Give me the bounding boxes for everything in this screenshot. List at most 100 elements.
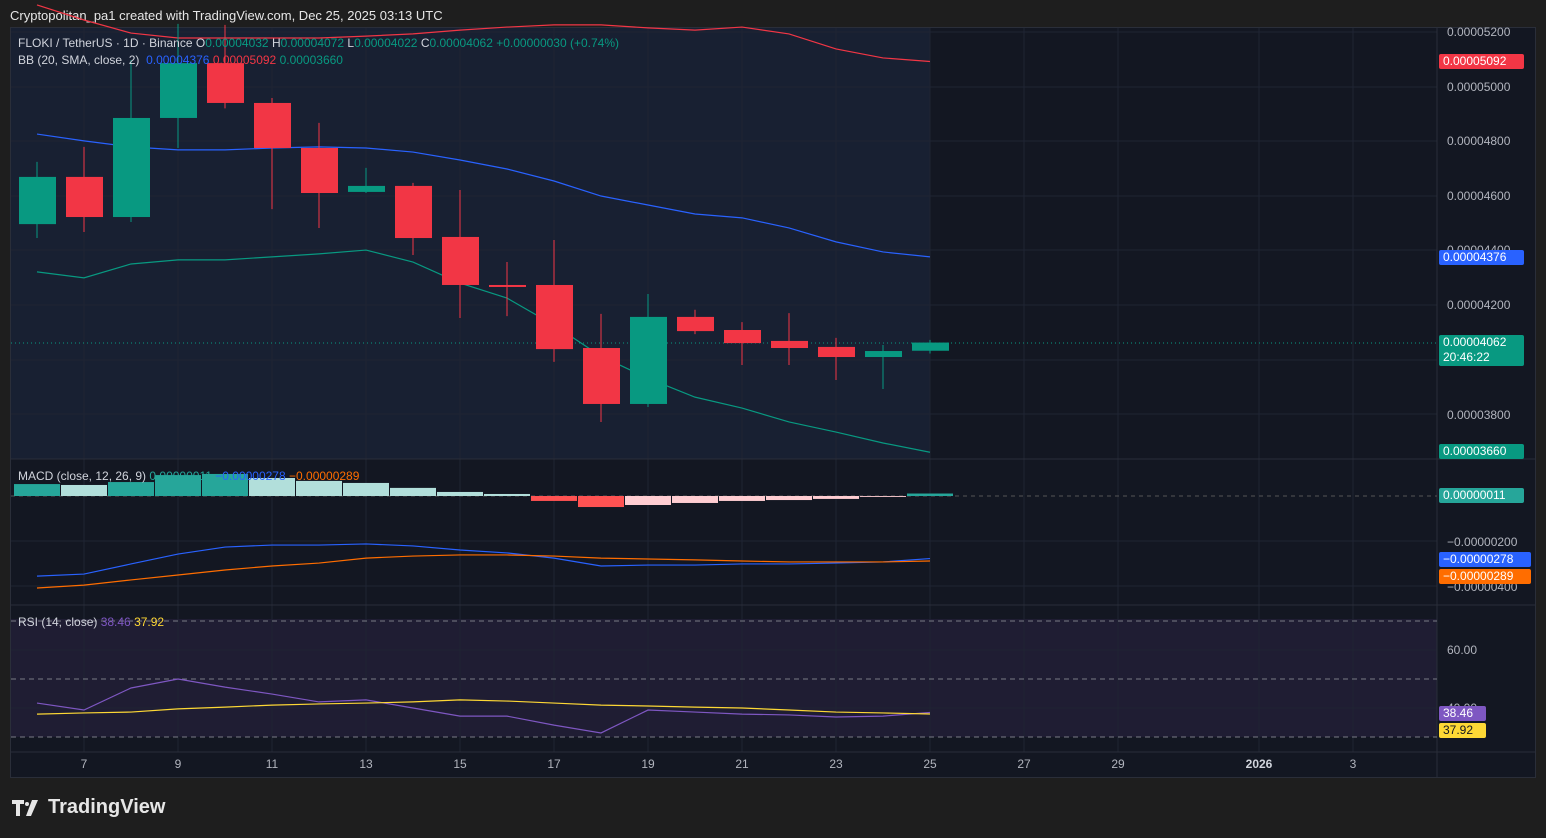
macd-histogram-bar — [625, 496, 671, 505]
macd-hist-value: 0.00000011 — [149, 469, 212, 483]
price-tick: 0.00003800 — [1447, 408, 1511, 422]
change-value: +0.00000030 (+0.74%) — [496, 36, 619, 50]
logo-text: TradingView — [48, 796, 166, 818]
rsi-value: 38.46 — [100, 615, 131, 629]
close-value: 0.00004062 — [429, 36, 493, 50]
time-tick: 19 — [641, 757, 655, 771]
macd-histogram-bar — [578, 496, 624, 508]
open-label: O — [195, 36, 206, 50]
candle-body — [912, 342, 949, 351]
time-tick: 23 — [829, 757, 843, 771]
high-value: 0.00004072 — [280, 36, 345, 50]
time-tick: 9 — [174, 757, 182, 771]
time-tick: 25 — [923, 757, 937, 771]
macd-histogram-bar — [672, 496, 718, 503]
macd-hist-label: 0.00000011 — [1439, 488, 1524, 503]
macd-histogram-bar — [390, 487, 436, 496]
last-price-label: 0.00004062 20:46:22 — [1439, 335, 1524, 366]
macd-histogram-bar — [14, 484, 60, 496]
macd-histogram-bar — [766, 496, 812, 501]
bb-basis-price-label: 0.00004376 — [1439, 250, 1524, 265]
candle-body — [113, 117, 150, 218]
chart-canvas[interactable] — [0, 0, 1546, 838]
rsi-title: RSI (14, close) — [18, 615, 98, 629]
macd-histogram-bar — [437, 491, 483, 496]
candle-body — [865, 351, 902, 358]
rsi-label: 38.46 — [1439, 706, 1486, 721]
tradingview-logo: TradingView — [12, 796, 165, 819]
price-tick: 0.00004800 — [1447, 134, 1511, 148]
macd-line — [36, 543, 931, 577]
macd-title: MACD (close, 12, 26, 9) — [18, 469, 147, 483]
candle-body — [536, 284, 573, 350]
candle-body — [66, 176, 103, 218]
bb-upper-price-label: 0.00005092 — [1439, 54, 1524, 69]
rsi-ma-value: 37.92 — [134, 615, 165, 629]
macd-histogram-bar — [531, 496, 577, 501]
time-tick: 27 — [1017, 757, 1031, 771]
candle-body — [19, 176, 56, 225]
macd-histogram-bar — [296, 480, 342, 496]
price-tick: 0.00005000 — [1447, 80, 1511, 94]
macd-line-value: −0.00000278 — [215, 469, 286, 483]
time-tick: 21 — [735, 757, 749, 771]
bar-countdown: 20:46:22 — [1443, 350, 1490, 364]
macd-histogram-bar — [813, 496, 859, 499]
candle-body — [207, 63, 244, 103]
time-tick: 3 — [1349, 757, 1357, 771]
macd-histogram-bar — [61, 484, 107, 496]
candle-body — [254, 102, 291, 148]
low-value: 0.00004022 — [354, 36, 418, 50]
candle-body — [630, 316, 667, 404]
candle-body — [160, 63, 197, 118]
price-tick: 0.00004600 — [1447, 189, 1511, 203]
macd-histogram-bar — [108, 482, 154, 496]
macd-histogram-bar — [907, 493, 953, 496]
last-price: 0.00004062 — [1443, 335, 1507, 349]
time-tick: 2026 — [1245, 757, 1273, 771]
bb-lower-value: 0.00003660 — [279, 53, 343, 67]
rsi-legend[interactable]: RSI (14, close) 38.46 37.92 — [18, 615, 164, 629]
high-label: H — [271, 36, 281, 50]
candle-body — [442, 236, 479, 285]
macd-histogram-bar — [484, 493, 530, 496]
candle-body — [348, 185, 385, 192]
macd-signal-label: −0.00000289 — [1439, 569, 1531, 584]
bb-upper-value: 0.00005092 — [212, 53, 277, 67]
rsi-ma-label: 37.92 — [1439, 723, 1486, 738]
candle-body — [818, 346, 855, 358]
time-tick: 7 — [80, 757, 88, 771]
open-value: 0.00004032 — [205, 36, 269, 50]
bb-legend[interactable]: BB (20, SMA, close, 2) 0.00004376 0.0000… — [18, 53, 343, 67]
candle-body — [489, 284, 526, 287]
candle-body — [583, 348, 620, 404]
macd-histogram-bar — [860, 496, 906, 497]
price-tick: 0.00004200 — [1447, 298, 1511, 312]
macd-histogram-bar — [343, 482, 389, 496]
rsi-band-fill — [11, 619, 1437, 737]
macd-signal-value: −0.00000289 — [289, 469, 360, 483]
rsi-tick: 60.00 — [1447, 643, 1478, 657]
time-tick: 15 — [453, 757, 467, 771]
tradingview-logo-icon — [12, 799, 38, 816]
macd-tick: −0.00000200 — [1447, 535, 1518, 549]
bb-lower-price-label: 0.00003660 — [1439, 444, 1524, 459]
candle-body — [771, 340, 808, 349]
symbol-legend: FLOKI / TetherUS · 1D · Binance O0.00004… — [18, 36, 619, 50]
time-tick: 17 — [547, 757, 561, 771]
candle-body — [395, 185, 432, 239]
candle-body — [677, 316, 714, 332]
time-tick: 29 — [1111, 757, 1125, 771]
time-tick: 11 — [265, 757, 279, 771]
symbol-title: FLOKI / TetherUS · 1D · Binance — [18, 36, 193, 50]
macd-signal-line — [36, 554, 931, 589]
macd-legend[interactable]: MACD (close, 12, 26, 9) 0.00000011 −0.00… — [18, 469, 359, 483]
time-tick: 13 — [359, 757, 373, 771]
bb-title: BB (20, SMA, close, 2) — [18, 53, 140, 67]
bb-basis-value: 0.00004376 — [146, 53, 210, 67]
candle-body — [724, 330, 761, 344]
price-tick: 0.00005200 — [1447, 25, 1511, 39]
candle-body — [301, 147, 338, 194]
macd-histogram-bar — [719, 496, 765, 501]
macd-line-label: −0.00000278 — [1439, 552, 1531, 567]
